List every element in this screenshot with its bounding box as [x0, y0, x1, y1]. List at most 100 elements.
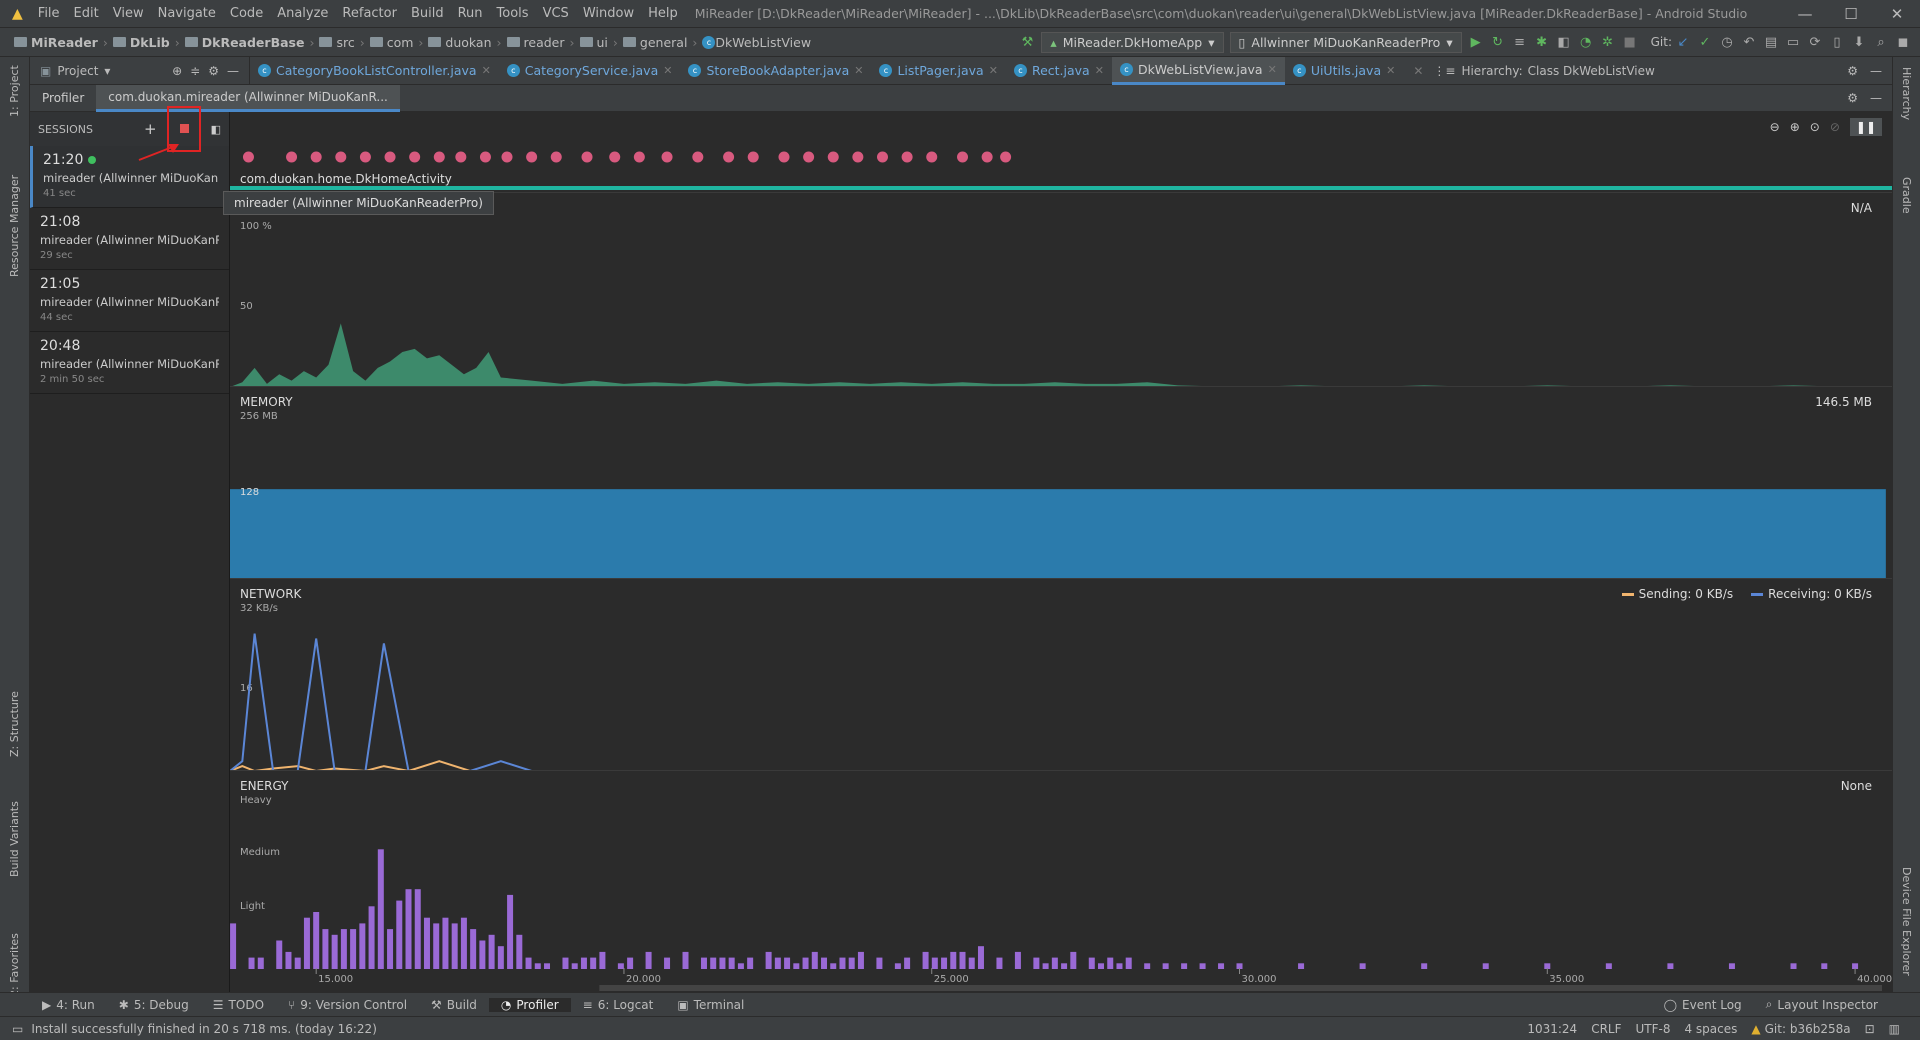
logcat-icon[interactable]: ≡: [1509, 35, 1531, 50]
bottom-tool-profiler[interactable]: ◔ Profiler: [488, 997, 571, 1012]
tab-rect[interactable]: c Rect.java ✕: [1006, 57, 1112, 85]
event-log-button[interactable]: ◯ Event Log: [1652, 997, 1754, 1012]
bottom-tool-4-run[interactable]: ▶ 4: Run: [30, 998, 107, 1012]
menu-vcs[interactable]: VCS: [536, 6, 576, 21]
event-marker[interactable]: [661, 151, 673, 163]
event-marker[interactable]: [747, 151, 759, 163]
git-update-icon[interactable]: ↙: [1672, 35, 1694, 50]
line-separator[interactable]: CRLF: [1591, 1022, 1621, 1036]
session-item[interactable]: 21:05 mireader (Allwinner MiDuoKanR... 44 …: [30, 270, 229, 332]
bottom-tool-6-logcat[interactable]: ≡ 6: Logcat: [571, 998, 666, 1012]
tool-window-project[interactable]: 1: Project: [8, 65, 21, 117]
close-icon[interactable]: ✕: [663, 64, 672, 77]
event-marker[interactable]: [501, 151, 513, 163]
close-icon[interactable]: ✕: [1386, 64, 1395, 77]
lock-icon[interactable]: ⊡: [1865, 1022, 1875, 1036]
tab-uiutils[interactable]: c UiUtils.java ✕: [1285, 57, 1404, 85]
event-marker[interactable]: [723, 151, 735, 163]
network-section[interactable]: NETWORK Sending: 0 KB/s Receiving: 0 KB/…: [230, 578, 1892, 771]
file-encoding[interactable]: UTF-8: [1636, 1022, 1671, 1036]
event-marker[interactable]: [433, 151, 445, 163]
account-icon[interactable]: ◼: [1892, 35, 1914, 50]
zoom-in-icon[interactable]: ⊕: [1790, 120, 1800, 134]
cpu-section[interactable]: mireader (Allwinner MiDuoKanReaderPro) N…: [223, 191, 1892, 387]
tool-window-hierarchy[interactable]: Hierarchy: [1900, 67, 1913, 120]
hide-icon[interactable]: —: [1870, 64, 1882, 78]
maximize-button[interactable]: ☐: [1828, 5, 1874, 23]
close-icon[interactable]: ✕: [1268, 63, 1277, 76]
event-marker[interactable]: [827, 151, 839, 163]
caret-position[interactable]: 1031:24: [1527, 1022, 1577, 1036]
session-item[interactable]: 21:08 mireader (Allwinner MiDuoKanR... 29 …: [30, 208, 229, 270]
gear-icon[interactable]: ⚙: [208, 64, 219, 78]
event-marker[interactable]: [778, 151, 790, 163]
sdk-manager-icon[interactable]: ⬇: [1848, 35, 1870, 50]
profile-icon[interactable]: ◔: [1575, 35, 1597, 50]
event-marker[interactable]: [852, 151, 864, 163]
git-rollback-icon[interactable]: ↶: [1738, 35, 1760, 50]
tab-storebookadapter[interactable]: c StoreBookAdapter.java ✕: [680, 57, 871, 85]
reset-zoom-icon[interactable]: ⊙: [1810, 120, 1820, 134]
tab-dkweblistview[interactable]: c DkWebListView.java ✕: [1111, 56, 1285, 85]
breadcrumb-item[interactable]: › DkLib: [98, 35, 170, 50]
memory-section[interactable]: MEMORY 146.5 MB 256 MB 128: [230, 386, 1892, 579]
menu-code[interactable]: Code: [223, 6, 270, 21]
menu-view[interactable]: View: [106, 6, 151, 21]
menu-edit[interactable]: Edit: [67, 6, 106, 21]
stop-icon[interactable]: ■: [1619, 35, 1641, 50]
tool-window-gradle[interactable]: Gradle: [1900, 177, 1913, 214]
event-marker[interactable]: [286, 151, 298, 163]
menu-file[interactable]: File: [31, 6, 67, 21]
event-marker[interactable]: [479, 151, 491, 163]
event-marker[interactable]: [242, 151, 254, 163]
menu-refactor[interactable]: Refactor: [335, 6, 404, 21]
breadcrumb-item[interactable]: › general: [608, 35, 688, 50]
bottom-tool-terminal[interactable]: ▣ Terminal: [665, 998, 756, 1012]
tool-window-resource-manager[interactable]: Resource Manager: [8, 175, 21, 277]
bottom-tool-9-version-control[interactable]: ⑂ 9: Version Control: [276, 998, 419, 1012]
breadcrumb-item[interactable]: › c DkWebListView: [687, 35, 811, 50]
breadcrumb-item[interactable]: MiReader: [14, 35, 98, 50]
close-icon[interactable]: ✕: [989, 64, 998, 77]
event-marker[interactable]: [335, 151, 347, 163]
close-button[interactable]: ✕: [1874, 5, 1920, 23]
hammer-icon[interactable]: ⚒: [1016, 35, 1038, 50]
profiler-session-tab[interactable]: com.duokan.mireader (Allwinner MiDuoKanR…: [96, 84, 400, 112]
layout-inspector-button[interactable]: ⌕ Layout Inspector: [1754, 997, 1890, 1012]
event-marker[interactable]: [692, 151, 704, 163]
minimize-button[interactable]: —: [1782, 5, 1828, 23]
memory-indicator-icon[interactable]: ▥: [1889, 1022, 1900, 1036]
menu-tools[interactable]: Tools: [490, 6, 536, 21]
apply-changes-icon[interactable]: ↻: [1487, 35, 1509, 50]
event-marker[interactable]: [455, 151, 467, 163]
session-item[interactable]: 21:20 mireader (Allwinner MiDuoKanR... 41 …: [30, 146, 229, 208]
event-marker[interactable]: [876, 151, 888, 163]
tool-window-build-variants[interactable]: Build Variants: [8, 801, 21, 877]
session-item[interactable]: 20:48 mireader (Allwinner MiDuoKanR... 2 m…: [30, 332, 229, 394]
event-marker[interactable]: [359, 151, 371, 163]
menu-run[interactable]: Run: [451, 6, 490, 21]
menu-window[interactable]: Window: [576, 6, 641, 21]
menu-analyze[interactable]: Analyze: [270, 6, 335, 21]
event-marker[interactable]: [926, 151, 938, 163]
close-icon[interactable]: ✕: [482, 64, 491, 77]
event-marker[interactable]: [957, 151, 969, 163]
layout-icon[interactable]: ▭: [1782, 35, 1804, 50]
event-marker[interactable]: [981, 151, 993, 163]
indent-setting[interactable]: 4 spaces: [1684, 1022, 1737, 1036]
gear-icon[interactable]: ⚙: [1847, 91, 1858, 105]
tab-listpager[interactable]: c ListPager.java ✕: [871, 57, 1006, 85]
tool-window-device-file-explorer[interactable]: Device File Explorer: [1900, 867, 1913, 976]
project-view-selector[interactable]: ▣ Project ▾ ⊕ ≑ ⚙ —: [30, 56, 250, 85]
git-history-icon[interactable]: ◷: [1716, 35, 1738, 50]
pause-button[interactable]: ❚❚: [1849, 118, 1882, 136]
go-live-icon[interactable]: ⊘: [1830, 120, 1840, 134]
bottom-tool-todo[interactable]: ☰ TODO: [201, 998, 276, 1012]
menu-build[interactable]: Build: [404, 6, 451, 21]
timeline-scrollbar[interactable]: [599, 985, 1882, 991]
breadcrumb-item[interactable]: › DkReaderBase: [170, 35, 305, 50]
breadcrumb-item[interactable]: › duokan: [413, 35, 491, 50]
energy-section[interactable]: ENERGY None Heavy Medium Light: [230, 770, 1892, 969]
run-icon[interactable]: ▶: [1465, 35, 1487, 50]
collapse-panel-icon[interactable]: ◧: [211, 123, 221, 136]
